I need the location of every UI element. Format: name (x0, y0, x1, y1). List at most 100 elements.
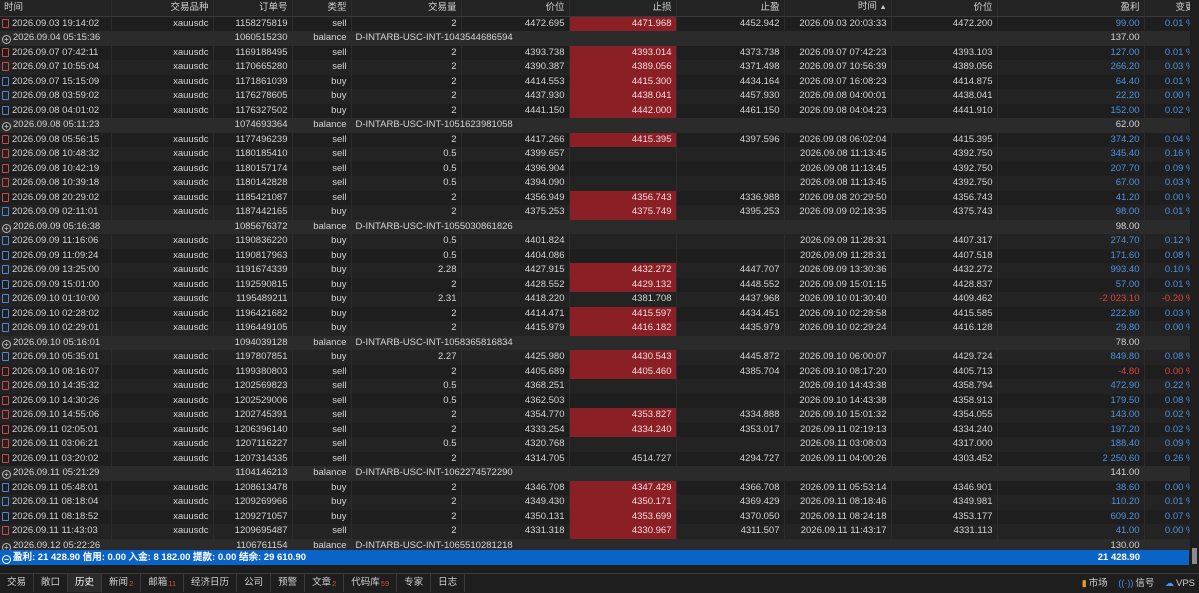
market-button[interactable]: ▮ 市场 (1082, 578, 1108, 589)
col-header-type[interactable]: 类型 (292, 0, 352, 17)
balance-row[interactable]: +2026.09.09 05:16:38 1085676372 balance D-I… (0, 219, 1199, 234)
take-profit-cell: 4435.979 (676, 321, 785, 336)
take-profit-cell (676, 248, 785, 263)
buy-deal-icon (2, 308, 9, 318)
profit-cell: 127.00 (997, 45, 1145, 60)
stop-loss-cell: 4432.272 (569, 263, 677, 278)
col-header-order[interactable]: 订单号 (213, 0, 293, 17)
trade-row[interactable]: 2026.09.10 05:35:01 xauusdc 1197807851 buy 2… (0, 350, 1199, 365)
trade-row[interactable]: 2026.09.11 11:43:03 xauusdc 1209695487 sell… (0, 524, 1199, 539)
tab-11[interactable]: 日志 (431, 574, 466, 592)
trade-row[interactable]: 2026.09.08 10:48:32 xauusdc 1180185410 sell… (0, 147, 1199, 162)
trade-row[interactable]: 2026.09.10 01:10:00 xauusdc 1195489211 buy 2… (0, 292, 1199, 307)
time-text: 2026.09.11 05:21:29 (13, 467, 100, 478)
trade-row[interactable]: 2026.09.11 03:06:21 xauusdc 1207116227 sell… (0, 437, 1199, 452)
trade-row[interactable]: 2026.09.11 03:20:02 xauusdc 1207314335 sell… (0, 451, 1199, 466)
time-text: 2026.09.08 05:56:15 (12, 133, 100, 145)
balance-row[interactable]: +2026.09.04 05:15:36 1060515230 balance D-I… (0, 31, 1199, 46)
tab-7[interactable]: 预警 (271, 574, 306, 592)
trade-row[interactable]: 2026.09.07 15:15:09 xauusdc 1171861039 buy 2… (0, 74, 1199, 89)
vps-button[interactable]: ☁ VPS (1165, 578, 1195, 589)
tab-label: 历史 (75, 577, 95, 588)
summary-row: − 盈利: 21 428.90 信用: 0.00 入金: 8 182.00 提款:… (0, 550, 1189, 565)
close-price-cell: 4438.041 (891, 89, 998, 104)
trade-row[interactable]: 2026.09.11 08:18:52 xauusdc 1209271057 buy 2… (0, 509, 1199, 524)
tab-1[interactable]: 敞口 (34, 574, 69, 592)
tab-5[interactable]: 经济日历 (184, 574, 238, 592)
symbol-cell (111, 118, 214, 133)
tab-10[interactable]: 专家 (397, 574, 432, 592)
trade-row[interactable]: 2026.09.08 10:39:18 xauusdc 1180142828 sell… (0, 176, 1199, 191)
close-time-cell: 2026.09.07 16:08:23 (784, 74, 892, 89)
trade-row[interactable]: 2026.09.11 05:48:01 xauusdc 1208613478 buy 2… (0, 480, 1199, 495)
trade-row[interactable]: 2026.09.10 14:55:06 xauusdc 1202745391 sell… (0, 408, 1199, 423)
close-time-cell: 2026.09.11 08:24:18 (784, 509, 892, 524)
trade-row[interactable]: 2026.09.09 02:11:01 xauusdc 1187442165 buy 2… (0, 205, 1199, 220)
trade-row[interactable]: 2026.09.08 05:56:15 xauusdc 1177496239 sell… (0, 132, 1199, 147)
open-time-cell: 2026.09.11 03:06:21 (0, 437, 112, 452)
signals-button[interactable]: ((·)) 信号 (1118, 578, 1154, 589)
tab-6[interactable]: 公司 (237, 574, 272, 592)
close-time-cell: 2026.09.10 14:43:38 (784, 393, 892, 408)
tab-4[interactable]: 邮箱11 (141, 574, 185, 592)
order-cell: 1190817963 (213, 248, 293, 263)
close-time-cell: 2026.09.08 11:13:45 (784, 176, 892, 191)
trade-row[interactable]: 2026.09.03 19:14:02 xauusdc 1158275819 sell… (0, 16, 1199, 31)
trade-row[interactable]: 2026.09.09 11:09:24 xauusdc 1190817963 buy 0… (0, 248, 1199, 263)
trade-row[interactable]: 2026.09.11 08:18:04 xauusdc 1209269966 buy 2… (0, 495, 1199, 510)
order-cell: 1202569823 (213, 379, 293, 394)
tab-9[interactable]: 代码库59 (344, 574, 398, 592)
time-text: 2026.09.08 05:11:23 (13, 119, 100, 130)
time-text: 2026.09.07 10:55:04 (12, 61, 100, 72)
trade-row[interactable]: 2026.09.08 03:59:02 xauusdc 1176278605 buy 2… (0, 89, 1199, 104)
expand-icon[interactable]: − (2, 555, 11, 564)
balance-row[interactable]: +2026.09.08 05:11:23 1074693364 balance D-I… (0, 118, 1199, 133)
close-time-cell: 2026.09.10 14:43:38 (784, 379, 892, 394)
col-header-tp[interactable]: 止盈 (676, 0, 785, 17)
trade-row[interactable]: 2026.09.08 04:01:02 xauusdc 1176327502 buy 2… (0, 103, 1199, 118)
buy-deal-icon (2, 482, 9, 492)
trade-row[interactable]: 2026.09.10 02:29:01 xauusdc 1196449105 buy 2… (0, 321, 1199, 336)
trade-row[interactable]: 2026.09.09 13:25:00 xauusdc 1191674339 buy 2… (0, 263, 1199, 278)
trade-row[interactable]: 2026.09.10 02:28:02 xauusdc 1196421682 buy 2… (0, 306, 1199, 321)
tab-label: 邮箱 (148, 577, 168, 588)
scrollbar-thumb[interactable] (1192, 548, 1197, 564)
order-cell: 1158275819 (213, 16, 293, 31)
trade-row[interactable]: 2026.09.08 10:42:19 xauusdc 1180157174 sell… (0, 161, 1199, 176)
time-text: 2026.09.11 03:20:02 (12, 452, 99, 464)
balance-row[interactable]: +2026.09.10 05:16:01 1094039128 balance D-I… (0, 335, 1199, 350)
vertical-scrollbar[interactable] (1190, 0, 1199, 566)
col-header-close-price[interactable]: 价位 (891, 0, 998, 17)
trade-row[interactable]: 2026.09.07 07:42:11 xauusdc 1169188495 sell… (0, 45, 1199, 60)
col-header-symbol[interactable]: 交易品种 (111, 0, 214, 17)
trade-row[interactable]: 2026.09.07 10:55:04 xauusdc 1170665280 sell… (0, 60, 1199, 75)
close-price-cell: 4428.837 (891, 277, 998, 292)
trade-row[interactable]: 2026.09.09 15:01:00 xauusdc 1192590815 buy 2… (0, 277, 1199, 292)
col-header-sl[interactable]: 止损 (569, 0, 677, 17)
trade-row[interactable]: 2026.09.10 14:30:26 xauusdc 1202529006 sell… (0, 393, 1199, 408)
volume-cell: 2 (351, 321, 462, 336)
symbol-cell: xauusdc (111, 437, 214, 452)
symbol-cell: xauusdc (111, 364, 214, 379)
type-cell: balance (292, 31, 352, 46)
trade-row[interactable]: 2026.09.11 02:05:01 xauusdc 1206396140 sell… (0, 422, 1199, 437)
trade-row[interactable]: 2026.09.10 14:35:32 xauusdc 1202569823 sell… (0, 379, 1199, 394)
col-header-price[interactable]: 价位 (461, 0, 570, 17)
tab-3[interactable]: 新闻2 (102, 574, 142, 592)
tab-0[interactable]: 交易 (0, 574, 35, 592)
tab-8[interactable]: 文章2 (305, 574, 345, 592)
col-header-time[interactable]: 时间 (0, 0, 112, 17)
trade-row[interactable]: 2026.09.10 08:16:07 xauusdc 1199380803 sell… (0, 364, 1199, 379)
col-header-profit[interactable]: 盈利 (997, 0, 1145, 17)
balance-icon: + (2, 470, 11, 479)
tab-2[interactable]: 历史 (68, 574, 103, 593)
stop-loss-cell: 4330.967 (569, 524, 677, 539)
trade-row[interactable]: 2026.09.08 20:29:02 xauusdc 1185421087 sell… (0, 190, 1199, 205)
type-cell: sell (292, 190, 352, 205)
open-time-cell: 2026.09.11 11:43:03 (0, 524, 112, 539)
col-header-close-time[interactable]: 时间 ▲ (784, 0, 892, 17)
price-cell: 4350.131 (461, 509, 570, 524)
trade-row[interactable]: 2026.09.09 11:16:06 xauusdc 1190836220 buy 0… (0, 234, 1199, 249)
balance-row[interactable]: +2026.09.11 05:21:29 1104146213 balance D-I… (0, 466, 1199, 481)
col-header-volume[interactable]: 交易量 (351, 0, 462, 17)
